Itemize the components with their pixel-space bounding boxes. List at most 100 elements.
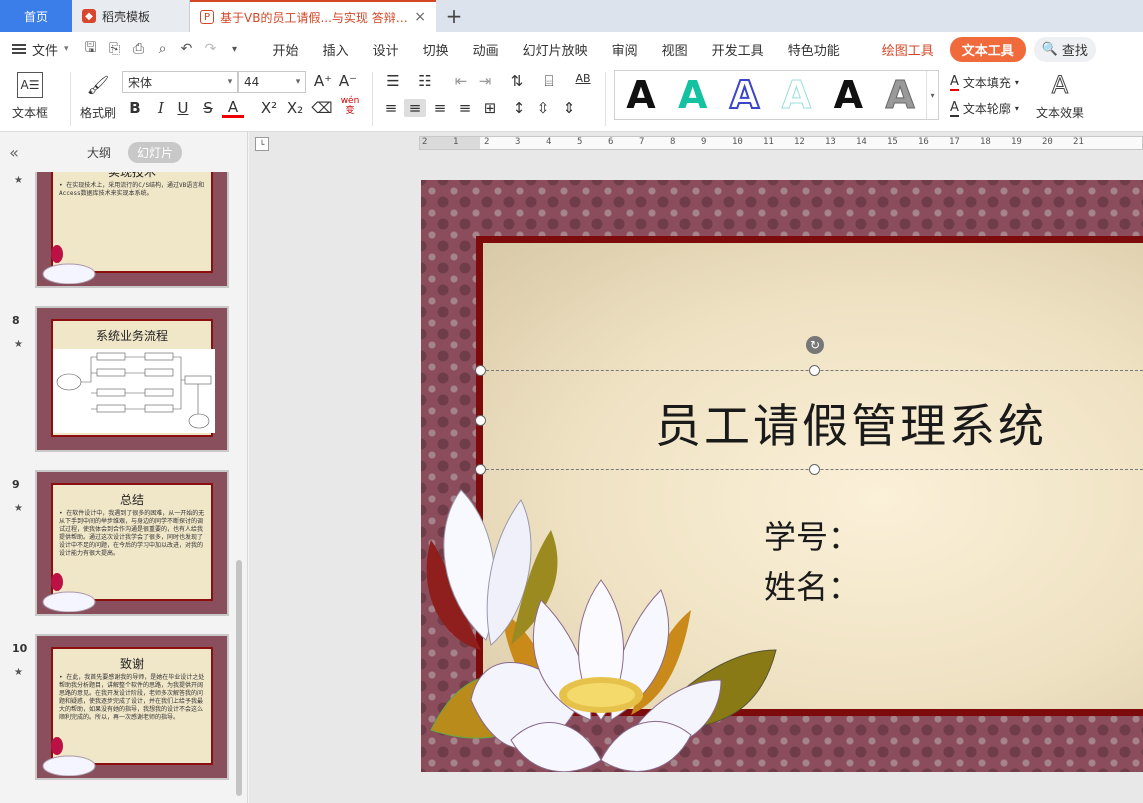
text-direction-icon[interactable]: ⇅	[506, 72, 528, 90]
bullet-list-icon[interactable]: ☰	[382, 72, 404, 90]
rotate-handle-icon[interactable]: ↻	[806, 336, 824, 354]
search-box[interactable]: 🔍 查找	[1033, 36, 1096, 62]
align-center-icon[interactable]: ≡	[404, 99, 426, 117]
menu-drawing-tools[interactable]: 绘图工具	[870, 40, 946, 59]
menu-developer[interactable]: 开发工具	[700, 40, 776, 59]
thumbnail-body: • 在软件设计中，我遇到了很多的困难，从一开始的无从下手到中间的举步维艰，与身边…	[59, 510, 205, 557]
resize-handle[interactable]	[809, 464, 820, 475]
file-menu-label: 文件	[32, 43, 59, 59]
text-effect-button[interactable]: A 文本效果	[1036, 71, 1084, 121]
tab-docer[interactable]: ◆ 稻壳模板	[72, 0, 190, 32]
bold-button[interactable]: B	[124, 99, 146, 117]
paragraph-spacing-icon[interactable]: ⇳	[532, 99, 554, 117]
text-fill-button[interactable]: A 文本填充 ▾	[950, 74, 1019, 91]
menu-transitions[interactable]: 切换	[411, 40, 461, 59]
shrink-font-icon[interactable]: A⁻	[337, 72, 359, 90]
font-color-button[interactable]: A	[222, 99, 244, 118]
format-painter-button[interactable]: 🖌 格式刷	[80, 72, 116, 121]
align-text-icon[interactable]: ⌸	[538, 72, 560, 90]
flowchart-diagram	[53, 349, 215, 433]
line-spacing-icon[interactable]: ↕	[508, 99, 530, 117]
wordart-style-black-2[interactable]: A	[822, 73, 874, 117]
increase-indent-icon[interactable]: ⇥	[474, 72, 496, 90]
subscript-button[interactable]: X₂	[282, 99, 308, 117]
underline-button[interactable]: U	[172, 99, 194, 117]
lotus-decoration	[42, 245, 96, 284]
grow-font-icon[interactable]: A⁺	[312, 72, 334, 90]
tab-stop-selector[interactable]: └	[255, 137, 269, 151]
menu-slideshow[interactable]: 幻灯片放映	[511, 40, 600, 59]
chevron-down-icon: ▾	[227, 77, 233, 87]
char-spacing-icon[interactable]: AB	[572, 72, 594, 85]
file-menu[interactable]: 文件 ▾	[12, 40, 69, 59]
font-size-select[interactable]: 44 ▾	[238, 71, 306, 93]
print-preview-icon[interactable]: ⌕	[153, 41, 173, 57]
menu-animations[interactable]: 动画	[461, 40, 511, 59]
add-tab-button[interactable]: +	[436, 0, 472, 32]
wordart-style-gray[interactable]: A	[874, 73, 926, 118]
ruler-tick-label: 13	[825, 137, 836, 147]
phonetic-guide-button[interactable]: wén 变	[336, 96, 364, 116]
collapse-panel-icon[interactable]: «	[0, 143, 28, 162]
tab-outline[interactable]: 大纲	[78, 142, 120, 163]
animation-star-icon: ★	[14, 667, 23, 678]
close-tab-icon[interactable]: ×	[408, 9, 426, 25]
ruler-tick-label: 21	[1073, 137, 1084, 147]
panel-scrollbar[interactable]	[236, 560, 242, 796]
font-name-select[interactable]: 宋体 ▾	[122, 71, 238, 93]
textbox-button[interactable]: A☰ 文本框	[12, 72, 48, 121]
undo-icon[interactable]: ↶	[177, 41, 197, 57]
gallery-expand-icon[interactable]: ▾	[926, 71, 938, 119]
distributed-icon[interactable]: ⊞	[479, 99, 501, 117]
menu-view[interactable]: 视图	[650, 40, 700, 59]
resize-handle[interactable]	[475, 365, 486, 376]
customize-icon[interactable]: ▾	[225, 44, 245, 55]
thumbnail-title: 总结	[119, 493, 144, 507]
wordart-style-light-outline[interactable]: A	[771, 73, 823, 118]
clear-format-icon[interactable]: ⌫	[311, 99, 333, 117]
slide-thumbnail[interactable]: 系统业务流程	[35, 306, 229, 452]
justify-icon[interactable]: ≡	[454, 99, 476, 117]
align-left-icon[interactable]: ≡	[380, 99, 402, 117]
spacing-more-icon[interactable]: ⇕	[558, 99, 580, 117]
wordart-style-blue-outline[interactable]: A	[719, 72, 771, 118]
lotus-decoration	[42, 573, 96, 612]
superscript-button[interactable]: X²	[256, 99, 282, 117]
resize-handle[interactable]	[809, 365, 820, 376]
text-outline-button[interactable]: A 文本轮廓 ▾	[950, 100, 1019, 117]
textbox-icon: A☰	[17, 72, 43, 98]
decrease-indent-icon[interactable]: ⇤	[450, 72, 472, 90]
divider	[70, 72, 71, 126]
tab-home[interactable]: 首页	[0, 0, 72, 32]
menu-features[interactable]: 特色功能	[776, 40, 852, 59]
save-icon[interactable]: 🖫	[81, 37, 101, 61]
wordart-style-black[interactable]: A	[615, 73, 667, 117]
divider	[605, 72, 606, 126]
text-effect-icon: A	[1051, 71, 1069, 100]
redo-icon[interactable]: ↷	[201, 41, 221, 57]
slide-thumbnail[interactable]: 致谢 • 在此，我首先要感谢我的导师，是她在毕业设计之处帮助我分析题目，讲解整个…	[35, 634, 229, 780]
numbered-list-icon[interactable]: ☷	[414, 72, 436, 90]
export-icon[interactable]: ⎘	[105, 41, 125, 57]
print-icon[interactable]: ⎙	[129, 41, 149, 57]
menu-home[interactable]: 开始	[261, 40, 311, 59]
menu-design[interactable]: 设计	[361, 40, 411, 59]
brush-icon: 🖌	[86, 74, 110, 96]
chevron-down-icon: ▾	[64, 44, 69, 54]
resize-handle[interactable]	[475, 415, 486, 426]
align-right-icon[interactable]: ≡	[429, 99, 451, 117]
menu-review[interactable]: 审阅	[600, 40, 650, 59]
slide-thumbnail[interactable]: 总结 • 在软件设计中，我遇到了很多的困难，从一开始的无从下手到中间的举步维艰，…	[35, 470, 229, 616]
lotus-image[interactable]	[421, 470, 781, 772]
italic-button[interactable]: I	[150, 99, 172, 117]
horizontal-ruler[interactable]: 2 1 2 3 4 5 6 7 8 9 10 11 12 13 14 15 16 17 18 19 20 21	[419, 136, 1143, 150]
menu-insert[interactable]: 插入	[311, 40, 361, 59]
strikethrough-button[interactable]: S	[197, 99, 219, 117]
tab-slides[interactable]: 幻灯片	[128, 141, 183, 163]
slide-title[interactable]: 员工请假管理系统	[591, 390, 1111, 456]
menu-text-tools[interactable]: 文本工具	[949, 36, 1026, 62]
slide-number: 8	[12, 314, 20, 327]
slide-canvas[interactable]: ↻ 员工请假管理系统 学号： 姓名：	[421, 180, 1143, 772]
tab-document[interactable]: P 基于VB的员工请假...与实现 答辩PPT ×	[190, 0, 436, 32]
wordart-style-teal[interactable]: A	[667, 73, 719, 117]
